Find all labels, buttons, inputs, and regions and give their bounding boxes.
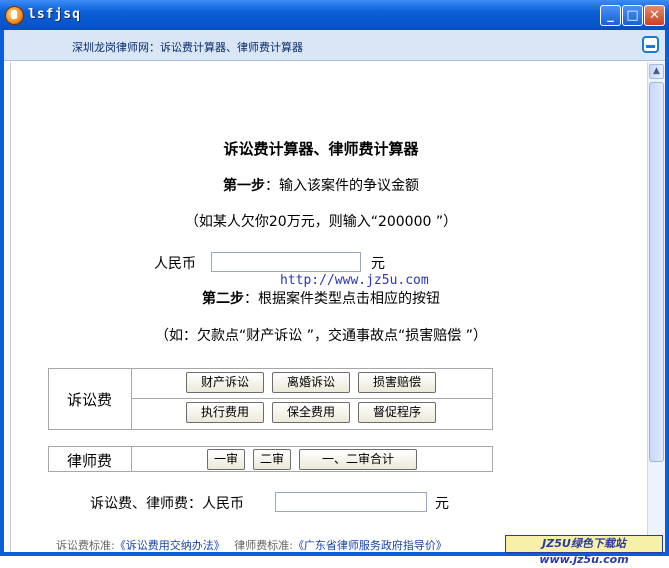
page-title: 诉讼费计算器、律师费计算器 — [223, 140, 419, 158]
damages-button[interactable]: 损害赔偿 — [358, 372, 436, 393]
vertical-scrollbar[interactable]: ▲ — [647, 62, 665, 552]
download-site-badge: JZ5U绿色下载站www.jz5u.com — [505, 535, 663, 566]
result-unit: 元 — [435, 496, 449, 512]
enforcement-fee-button[interactable]: 执行费用 — [186, 402, 264, 423]
step2-text: ：根据案件类型点击相应的按钮 — [244, 291, 440, 307]
combined-instance-button[interactable]: 一、二审合计 — [299, 449, 417, 470]
property-litigation-button[interactable]: 财产诉讼 — [186, 372, 264, 393]
scroll-thumb[interactable] — [649, 82, 664, 462]
maximize-button[interactable]: □ — [622, 5, 643, 26]
divorce-litigation-button[interactable]: 离婚诉讼 — [272, 372, 350, 393]
restore-panel-icon[interactable] — [642, 36, 659, 53]
result-label: 诉讼费、律师费：人民币 — [90, 496, 244, 512]
step1-example: （如某人欠你20万元，则输入“200000 ”） — [184, 214, 458, 230]
site-watermark: http://www.jz5u.com — [280, 273, 429, 288]
preservation-fee-button[interactable]: 保全费用 — [272, 402, 350, 423]
minimize-button[interactable]: _ — [600, 5, 621, 26]
step1-instruction: 第一步：输入该案件的争议金额 — [11, 175, 631, 195]
second-instance-button[interactable]: 二审 — [253, 449, 291, 470]
client-area: 深圳龙岗律师网：诉讼费计算器、律师费计算器 诉讼费计算器、律师费计算器 第一步：… — [4, 30, 665, 552]
first-instance-button[interactable]: 一审 — [207, 449, 245, 470]
lawyer-label-cell: 律师费 — [48, 446, 132, 472]
lawyer-std-label: 律师费标准: — [234, 539, 293, 552]
close-button[interactable]: ✕ — [644, 5, 665, 26]
window-title: lsfjsq — [28, 7, 81, 22]
breadcrumb: 深圳龙岗律师网：诉讼费计算器、律师费计算器 — [72, 41, 303, 54]
step2-instruction: 第二步：根据案件类型点击相应的按钮 — [11, 288, 631, 308]
step2-label: 第二步 — [202, 291, 244, 307]
currency-label: 人民币 — [154, 256, 196, 272]
amount-input[interactable] — [211, 252, 361, 272]
minimize-icon: _ — [607, 8, 614, 23]
litigation-std-link[interactable]: 《诉讼费用交纳办法》 — [115, 539, 225, 552]
urging-procedure-button[interactable]: 督促程序 — [358, 402, 436, 423]
litigation-label-cell: 诉讼费 — [48, 368, 132, 430]
close-icon: ✕ — [649, 8, 660, 23]
lawyer-label: 律师费 — [67, 452, 113, 470]
step2-example: （如：欠款点“财产诉讼 ”，交通事故点“损害赔偿 ”） — [155, 328, 487, 344]
lawyer-std-link[interactable]: 《广东省律师服务政府指导价》 — [293, 539, 447, 552]
litigation-label: 诉讼费 — [67, 391, 113, 409]
title-bar[interactable]: lsfjsq _ □ ✕ — [0, 0, 669, 30]
footer: 诉讼费标准:《诉讼费用交纳办法》 律师费标准:《广东省律师服务政府指导价》 — [56, 537, 447, 553]
scroll-up-icon[interactable]: ▲ — [649, 64, 664, 79]
step1-label: 第一步 — [223, 178, 265, 194]
app-icon[interactable] — [5, 6, 24, 25]
header-bar: 深圳龙岗律师网：诉讼费计算器、律师费计算器 — [4, 30, 665, 61]
result-output[interactable] — [275, 492, 427, 512]
maximize-icon: □ — [626, 8, 639, 23]
amount-unit: 元 — [371, 256, 385, 272]
step1-text: ：输入该案件的争议金额 — [265, 178, 419, 194]
calculator-page: 诉讼费计算器、律师费计算器 第一步：输入该案件的争议金额 （如某人欠你20万元，… — [10, 62, 653, 552]
litigation-std-label: 诉讼费标准: — [56, 539, 115, 552]
